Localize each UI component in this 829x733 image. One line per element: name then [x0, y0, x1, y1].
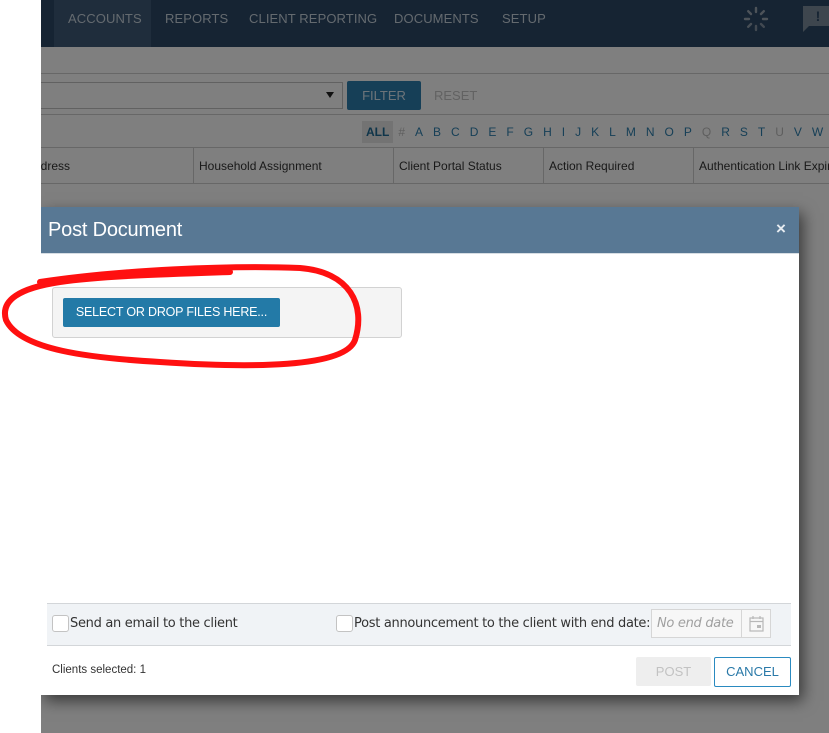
close-icon[interactable]: × [773, 220, 789, 237]
end-date-input[interactable]: No end date [651, 609, 742, 638]
post-button[interactable]: POST [636, 657, 711, 686]
send-email-label[interactable]: Send an email to the client [70, 615, 238, 632]
calendar-icon [749, 616, 764, 632]
app-page: ACCOUNTS REPORTS CLIENT REPORTING DOCUME… [41, 0, 829, 733]
post-announcement-checkbox[interactable] [336, 615, 353, 632]
dialog-header: Post Document × [41, 207, 799, 254]
calendar-button[interactable] [742, 609, 771, 638]
post-options-bar: Send an email to the client Post announc… [47, 603, 791, 646]
cancel-button[interactable]: CANCEL [714, 657, 791, 687]
send-email-checkbox[interactable] [52, 615, 69, 632]
clients-selected-count: Clients selected: 1 [52, 664, 146, 676]
select-files-button[interactable]: SELECT OR DROP FILES HERE... [63, 298, 280, 327]
post-announcement-label[interactable]: Post announcement to the client with end… [354, 615, 651, 632]
post-document-dialog: Post Document × SELECT OR DROP FILES HER… [41, 207, 799, 695]
file-drop-zone[interactable]: SELECT OR DROP FILES HERE... [52, 287, 402, 338]
dialog-title: Post Document [48, 219, 183, 241]
